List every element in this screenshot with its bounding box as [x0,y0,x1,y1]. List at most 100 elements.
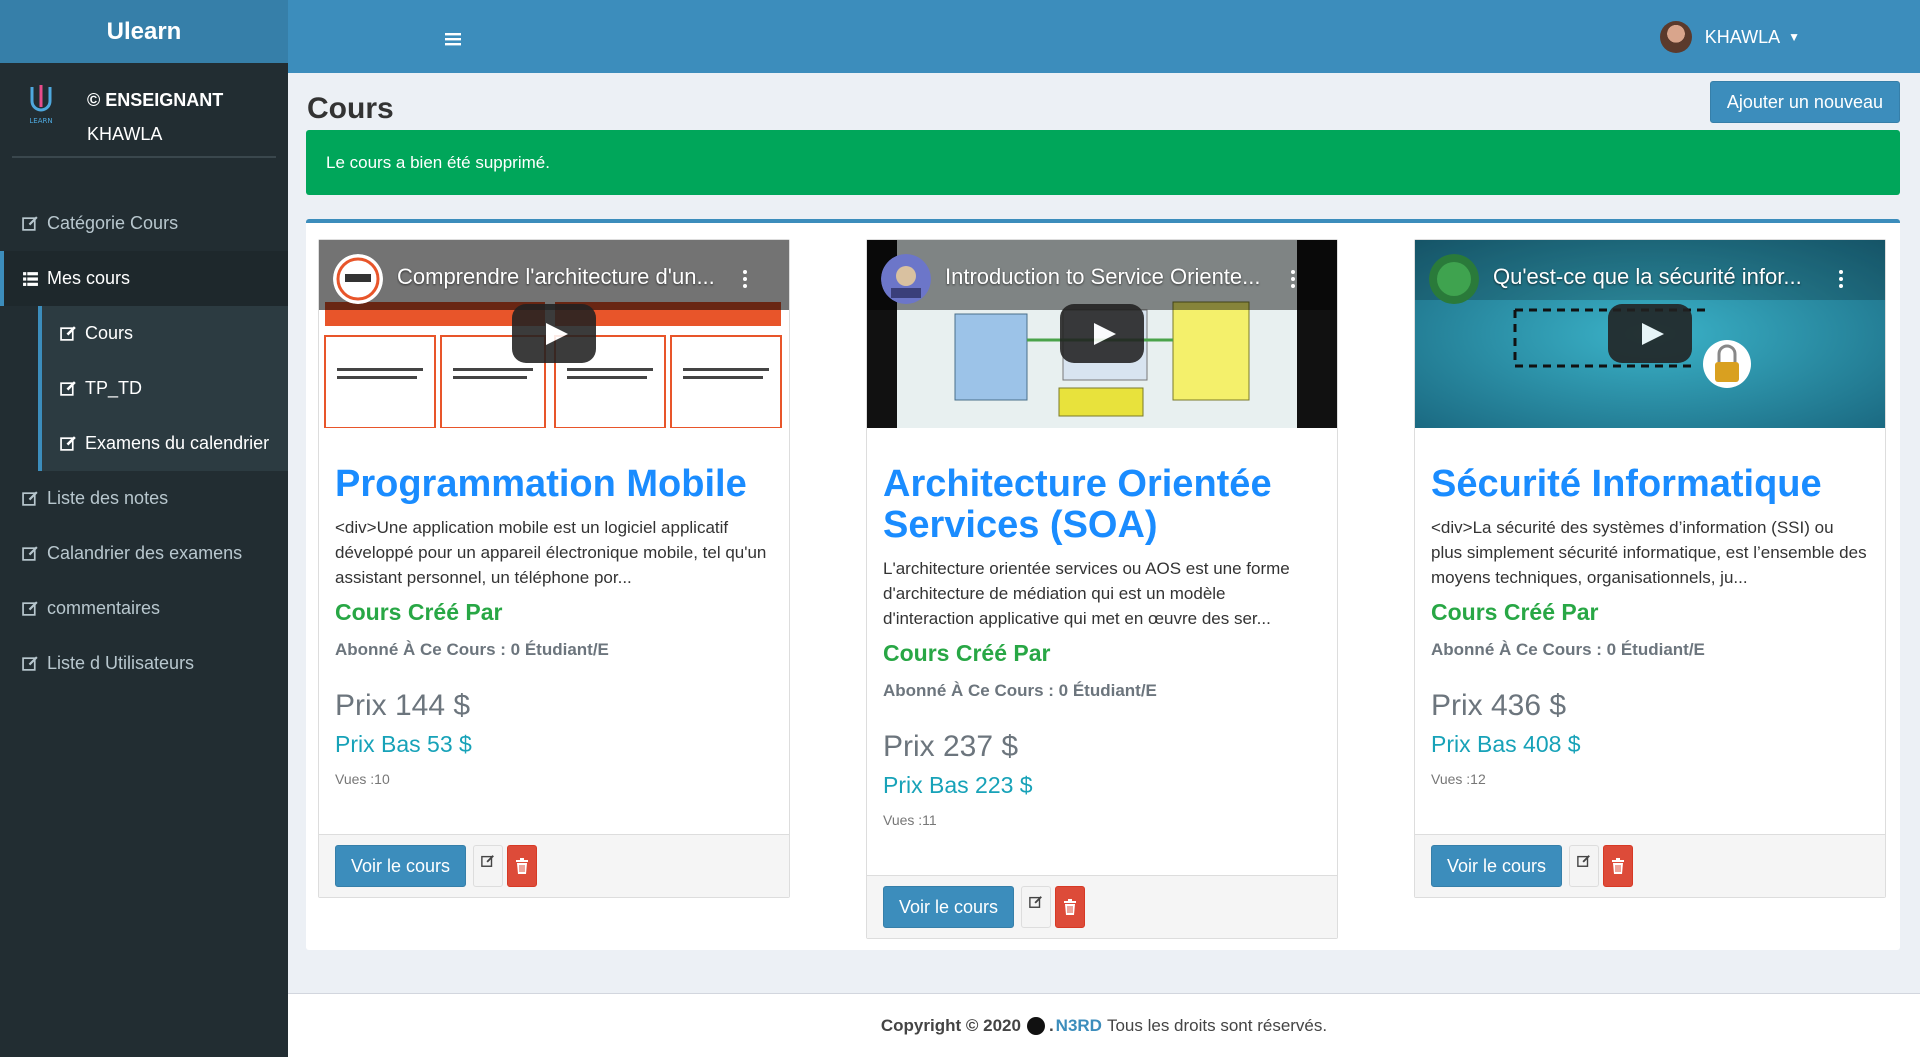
sidebar-item-calendrier[interactable]: Calandrier des examens [0,526,288,581]
edit-icon [1577,855,1590,867]
edit-course-button[interactable] [1021,886,1052,928]
course-created-by: Cours Créé Par [335,599,503,625]
course-views: Vues :10 [335,771,390,787]
n3rd-logo-icon [1026,1016,1045,1035]
list-icon [23,272,38,286]
course-subscribers: Abonné À Ce Cours : 0 Étudiant/E [1431,640,1705,659]
hamburger-icon [445,33,461,46]
ulearn-logo-icon: LEARN [29,85,53,125]
course-title[interactable]: Programmation Mobile [335,464,773,505]
sidebar-item-label: Liste des notes [47,488,169,508]
course-description: L'architecture orientée services ou AOS … [883,559,1290,628]
card-footer: Voir le cours [1415,834,1885,897]
course-title[interactable]: Sécurité Informatique [1431,464,1869,505]
user-menu-dropdown[interactable]: KHAWLA ▼ [1659,21,1800,53]
top-navbar: KHAWLA ▼ [288,0,1920,73]
course-subscribers: Abonné À Ce Cours : 0 Étudiant/E [335,640,609,659]
divider [12,156,276,158]
success-alert: Le cours a bien été supprimé. [306,130,1900,195]
edit-icon [60,381,76,396]
edit-icon [22,491,38,506]
more-vert-icon[interactable] [1291,270,1295,288]
sidebar-submenu: Cours TP_TD Examens du calendrier [38,306,288,471]
sidebar-subitem-cours[interactable]: Cours [42,306,288,361]
more-vert-icon[interactable] [743,270,747,288]
course-card: Comprendre l'architecture d'un... Progra… [318,239,790,898]
edit-icon [481,855,494,867]
play-button[interactable] [1608,304,1692,363]
rights-text: Tous les droits sont réservés. [1106,1015,1328,1035]
sidebar-item-mes-cours[interactable]: Mes cours [0,251,288,306]
brand-logo[interactable]: Ulearn [0,0,288,63]
sidebar-item-liste-notes[interactable]: Liste des notes [0,471,288,526]
course-title[interactable]: Architecture Orientée Services (SOA) [883,464,1321,546]
video-thumbnail[interactable]: Qu'est-ce que la sécurité infor... [1415,240,1885,428]
trash-icon [1612,858,1625,874]
sidebar-item-label: Liste d Utilisateurs [47,653,195,673]
sidebar-item-label: Catégorie Cours [47,213,179,233]
sidebar-item-label: Calandrier des examens [47,543,243,563]
channel-avatar-icon [333,254,383,304]
card-footer: Voir le cours [319,834,789,897]
course-price: Prix 237 $ [883,730,1019,763]
video-title: Qu'est-ce que la sécurité infor... [1493,264,1802,289]
course-description: <div>La sécurité des systèmes d’informat… [1431,518,1867,587]
course-low-price: Prix Bas 223 $ [883,772,1033,798]
add-course-button[interactable]: Ajouter un nouveau [1709,81,1900,123]
more-vert-icon[interactable] [1839,270,1843,288]
sidebar-subitem-label: Cours [85,323,134,343]
video-title: Comprendre l'architecture d'un... [397,264,715,289]
course-card: Introduction to Service Oriente... Archi… [866,239,1338,939]
n3rd-link[interactable]: N3RD [1056,1016,1102,1036]
edit-course-button[interactable] [473,845,504,887]
course-views: Vues :12 [1431,771,1486,787]
delete-course-button[interactable] [507,845,538,887]
play-button[interactable] [512,304,596,363]
course-card: Qu'est-ce que la sécurité infor... Sécur… [1414,239,1886,898]
user-role: © ENSEIGNANT [87,90,224,110]
course-subscribers: Abonné À Ce Cours : 0 Étudiant/E [883,681,1157,700]
view-course-button[interactable]: Voir le cours [883,886,1015,928]
course-created-by: Cours Créé Par [1431,599,1599,625]
page-footer: Copyright © 2020 . N3RD Tous les droits … [288,993,1920,1057]
top-user-name: KHAWLA [1704,26,1781,47]
channel-avatar-icon [881,254,931,304]
sidebar-item-commentaires[interactable]: commentaires [0,581,288,636]
sidebar-subitem-tp-td[interactable]: TP_TD [42,361,288,416]
card-footer: Voir le cours [867,875,1337,938]
trash-icon [1064,899,1077,915]
video-title: Introduction to Service Oriente... [945,264,1261,289]
delete-course-button[interactable] [1055,886,1086,928]
sidebar-item-label: Mes cours [47,268,131,288]
video-thumbnail[interactable]: Introduction to Service Oriente... [867,240,1337,428]
edit-icon [60,436,76,451]
sidebar-subitem-label: Examens du calendrier [85,433,270,453]
sidebar-toggle-button[interactable] [445,30,461,51]
course-price: Prix 436 $ [1431,689,1567,722]
sidebar-item-utilisateurs[interactable]: Liste d Utilisateurs [0,636,288,691]
view-course-button[interactable]: Voir le cours [335,845,467,887]
course-description: <div>Une application mobile est un logic… [335,518,767,587]
channel-avatar-icon [1429,254,1479,304]
edit-course-button[interactable] [1569,845,1600,887]
edit-icon [1029,896,1042,908]
edit-icon [22,601,38,616]
course-views: Vues :11 [883,812,937,828]
sidebar-item-categorie-cours[interactable]: Catégorie Cours [0,196,288,251]
sidebar-subitem-label: TP_TD [85,378,143,398]
svg-text:LEARN: LEARN [29,117,52,125]
sidebar-subitem-examens[interactable]: Examens du calendrier [42,416,288,471]
play-button[interactable] [1060,304,1144,363]
course-low-price: Prix Bas 53 $ [335,731,472,757]
sidebar-item-label: commentaires [47,598,161,618]
avatar [1659,21,1692,53]
delete-course-button[interactable] [1603,845,1634,887]
course-created-by: Cours Créé Par [883,640,1051,666]
course-low-price: Prix Bas 408 $ [1431,731,1581,757]
edit-icon [60,326,76,341]
view-course-button[interactable]: Voir le cours [1431,845,1563,887]
video-thumbnail[interactable]: Comprendre l'architecture d'un... [319,240,789,428]
courses-box: Comprendre l'architecture d'un... Progra… [306,219,1900,950]
page-title: Cours [307,92,394,125]
copyright-text: Copyright © 2020 [880,1015,1021,1035]
